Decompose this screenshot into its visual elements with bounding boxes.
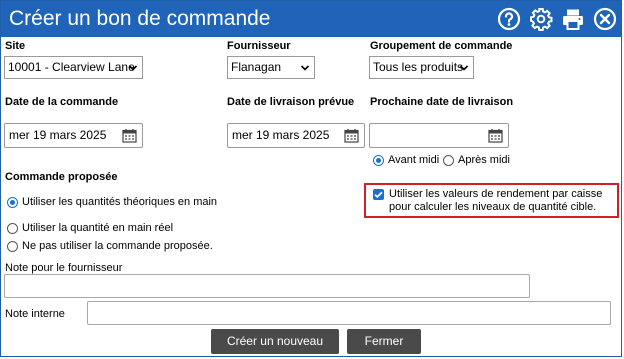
supplier-note-field[interactable] [4, 274, 530, 298]
after-noon-radio[interactable] [443, 154, 454, 166]
calendar-icon[interactable] [344, 128, 359, 143]
group-select-value: Tous les produits [373, 60, 464, 74]
create-new-button[interactable]: Créer un nouveau [211, 329, 339, 354]
no-suggested-radio[interactable] [7, 240, 18, 252]
theoretical-qty-radio[interactable] [7, 196, 18, 208]
supplier-select[interactable]: Flanagan [227, 56, 315, 79]
theoretical-qty-label: Utiliser les quantités théoriques en mai… [22, 196, 218, 208]
no-suggested-label: Ne pas utiliser la commande proposée. [22, 240, 213, 252]
calendar-icon[interactable] [488, 128, 503, 143]
yield-checkbox[interactable] [373, 189, 384, 200]
calendar-icon[interactable] [122, 128, 137, 143]
order-date-label: Date de la commande [5, 96, 119, 108]
internal-note-label: Note interne [5, 308, 65, 320]
gear-icon[interactable] [529, 7, 553, 31]
chevron-down-icon [128, 65, 138, 71]
internal-note-field[interactable] [87, 301, 611, 325]
after-noon-option[interactable]: Après midi [443, 154, 510, 166]
close-button[interactable]: Fermer [347, 329, 421, 354]
site-select[interactable]: 10001 - Clearview Lane [4, 56, 143, 79]
before-noon-radio[interactable] [373, 154, 384, 166]
actual-qty-label: Utiliser la quantité en main réel [22, 222, 174, 234]
no-suggested-option[interactable]: Ne pas utiliser la commande proposée. [7, 240, 213, 252]
order-date-input[interactable]: mer 19 mars 2025 [4, 123, 143, 148]
yield-checkbox-label: Utiliser les valeurs de rendement par ca… [389, 188, 603, 213]
after-noon-label: Après midi [458, 154, 510, 166]
supplier-select-value: Flanagan [231, 60, 282, 74]
next-delivery-input[interactable] [369, 123, 509, 148]
group-select[interactable]: Tous les produits [369, 56, 474, 79]
dialog-title: Créer un bon de commande [9, 7, 271, 30]
delivery-date-label: Date de livraison prévue [227, 96, 355, 108]
delivery-date-value: mer 19 mars 2025 [232, 128, 330, 142]
actual-qty-radio[interactable] [7, 222, 18, 234]
group-label: Groupement de commande [370, 40, 513, 52]
suggested-order-label: Commande proposée [5, 171, 118, 183]
chevron-down-icon [300, 65, 310, 71]
checkmark-icon [374, 191, 383, 199]
before-noon-option[interactable]: Avant midi [373, 154, 439, 166]
chevron-down-icon [459, 65, 469, 71]
title-bar: Créer un bon de commande [1, 1, 621, 37]
before-noon-label: Avant midi [388, 154, 440, 166]
printer-icon[interactable] [561, 7, 585, 31]
supplier-label: Fournisseur [227, 40, 291, 52]
yield-checkbox-highlight: Utiliser les valeurs de rendement par ca… [364, 183, 619, 218]
next-delivery-label: Prochaine date de livraison [370, 96, 514, 108]
site-select-value: 10001 - Clearview Lane [8, 60, 135, 74]
help-icon[interactable] [497, 7, 521, 31]
create-purchase-order-dialog: Créer un bon de commande Site 10001 - Cl… [0, 0, 622, 357]
site-label: Site [5, 40, 26, 52]
supplier-note-label: Note pour le fournisseur [5, 262, 123, 274]
actual-qty-option[interactable]: Utiliser la quantité en main réel [7, 222, 173, 234]
close-icon[interactable] [593, 7, 617, 31]
delivery-date-input[interactable]: mer 19 mars 2025 [227, 123, 365, 148]
order-date-value: mer 19 mars 2025 [9, 128, 107, 142]
theoretical-qty-option[interactable]: Utiliser les quantités théoriques en mai… [7, 196, 217, 208]
